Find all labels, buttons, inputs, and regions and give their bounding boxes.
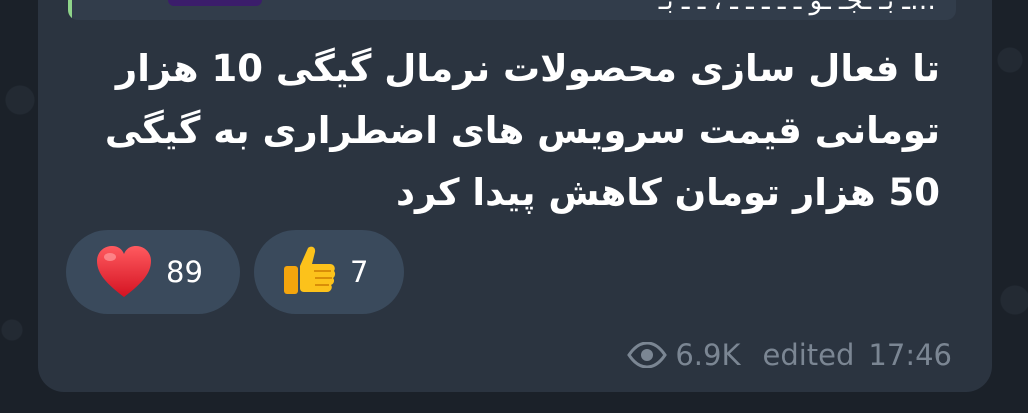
heart-icon — [92, 240, 156, 304]
reply-preview-text: …ـ بـ ـجـ ـو ـ ـ ـ ـ ـ ، ـ ـ بـ — [658, 0, 936, 16]
edited-label: edited — [762, 338, 855, 372]
reply-thumbnail — [168, 0, 262, 6]
reply-accent-bar — [68, 0, 72, 20]
thumbs-up-icon — [276, 240, 340, 304]
message-text: تا فعال سازی محصولات نرمال گیگی 10 هزار … — [104, 47, 940, 214]
reaction-thumbs-up[interactable]: 7 — [254, 230, 404, 314]
message-time: 17:46 — [868, 338, 952, 372]
reply-preview[interactable]: …ـ بـ ـجـ ـو ـ ـ ـ ـ ـ ، ـ ـ بـ — [68, 0, 956, 20]
view-count: 6.9K — [675, 338, 741, 372]
reaction-heart-count: 89 — [166, 255, 203, 289]
reaction-thumbs-up-count: 7 — [350, 255, 369, 289]
reaction-heart[interactable]: 89 — [66, 230, 240, 314]
message-meta: 6.9K edited 17:46 — [627, 338, 952, 372]
eye-icon — [627, 342, 668, 368]
